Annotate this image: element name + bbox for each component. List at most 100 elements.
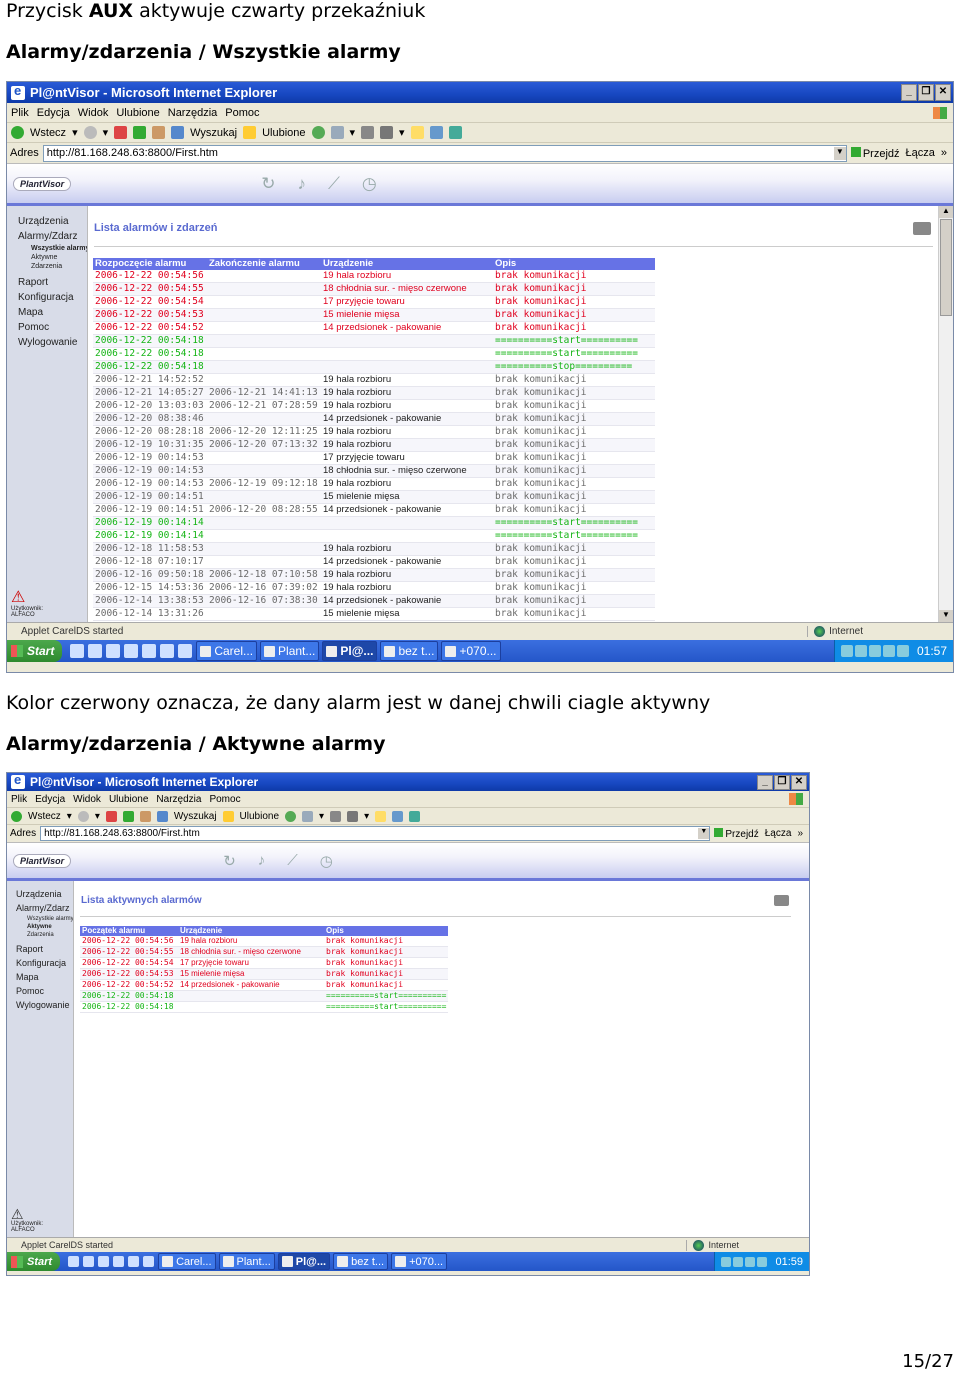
table-row[interactable]: 2006-12-20 13:03:03 2006-12-21 07:28:59 19… [93,399,655,413]
quicklaunch-word-icon[interactable] [143,1256,155,1267]
menu-file[interactable]: Plik [11,794,27,805]
tray-usb-icon[interactable] [882,645,895,657]
task-dialup[interactable]: +070... [391,1252,448,1271]
address-dropdown-icon[interactable]: ▼ [833,146,846,160]
history-icon[interactable] [285,810,297,822]
history-clock-icon[interactable]: ◷ [320,852,333,870]
quicklaunch-app-icon[interactable] [178,644,193,658]
menu-tools[interactable]: Narzędzia [168,107,218,119]
scroll-up-icon[interactable]: ▲ [939,206,953,218]
table-row[interactable]: 2006-12-22 00:54:55 18 chłodnia sur. - mi… [80,946,449,958]
col-start[interactable]: Początek alarmu [80,926,178,936]
sidebar-item-map[interactable]: Mapa [7,305,87,320]
tools-icon[interactable] [448,126,462,139]
favorites-button[interactable]: Ulubione [262,127,305,139]
table-row[interactable]: 2006-12-19 00:14:53 18 chłodnia sur. - mi… [93,464,655,478]
quicklaunch-folder-icon[interactable] [106,644,121,658]
task-notepad[interactable]: bez t... [380,641,439,661]
tray-network-icon[interactable] [840,645,853,657]
sidebar-item-devices[interactable]: Urządzenia [7,214,87,229]
table-row[interactable]: 2006-12-18 11:58:53 19 hala rozbioru brak … [93,542,655,556]
chevron-icon[interactable]: » [941,147,947,159]
tray-app-icon[interactable] [896,645,909,657]
search-button[interactable]: Wyszukaj [190,127,237,139]
sidebar-item-configuration[interactable]: Konfiguracja [7,290,87,305]
graph-icon[interactable]: ⟋ [287,852,298,870]
col-description[interactable]: Opis [324,926,449,936]
table-row[interactable]: 2006-12-15 14:53:36 2006-12-16 07:39:02 19… [93,581,655,595]
forward-arrow-icon[interactable] [83,126,97,139]
table-row[interactable]: 2006-12-19 00:14:53 2006-12-19 09:12:18 19… [93,477,655,491]
history-icon[interactable] [311,126,325,139]
minimize-button[interactable]: _ [757,774,773,790]
maximize-button[interactable]: ❐ [918,84,934,101]
home-icon[interactable] [152,126,166,139]
quicklaunch-media-icon[interactable] [113,1256,125,1267]
table-row[interactable]: 2006-12-22 00:54:52 14 przedsionek - pako… [80,979,449,991]
menu-help[interactable]: Pomoc [209,794,240,805]
alarm-bell-icon[interactable]: ♪ [258,852,266,870]
table-row[interactable]: 2006-12-22 00:54:53 15 mielenie mięsa brak… [80,968,449,980]
address-input[interactable]: http://81.168.248.63:8800/First.htm ▼ [42,144,847,162]
sidebar-item-alarms[interactable]: Alarmy/Zdarz [7,901,73,915]
messenger-icon[interactable] [429,126,443,139]
task-carel[interactable]: Carel... [158,1252,216,1271]
task-dialup[interactable]: +070... [441,641,501,661]
col-description[interactable]: Opis [493,258,655,270]
start-button[interactable]: Start [7,640,63,662]
sidebar-item-help[interactable]: Pomoc [7,984,73,998]
table-row[interactable]: 2006-12-21 14:05:27 2006-12-21 14:41:13 19… [93,386,655,400]
refresh-page-icon[interactable]: ↻ [261,174,275,194]
address-dropdown-icon[interactable]: ▼ [698,828,710,839]
address-input[interactable]: http://81.168.248.63:8800/First.htm ▼ [40,826,711,841]
table-row[interactable]: 2006-12-22 00:54:18 ==========start======… [93,347,655,361]
sidebar-item-logout[interactable]: Wylogowanie [7,998,73,1012]
sidebar-sub-active[interactable]: Aktywne [7,923,73,931]
sidebar-sub-events[interactable]: Zdarzenia [7,931,73,939]
refresh-page-icon[interactable]: ↻ [223,852,236,870]
table-row[interactable]: 2006-12-22 00:54:56 19 hala rozbioru brak … [80,936,449,947]
table-row[interactable]: 2006-12-22 00:54:18 ==========start======… [80,1001,449,1013]
edit-icon[interactable] [347,810,359,822]
col-end[interactable]: Zakończenie alarmu [207,258,321,270]
col-device[interactable]: Urządzenie [321,258,493,270]
table-row[interactable]: 2006-12-22 00:54:18 ==========start======… [93,334,655,348]
menu-favorites[interactable]: Ulubione [116,107,159,119]
home-icon[interactable] [139,810,151,822]
scroll-thumb[interactable] [940,219,952,316]
table-row[interactable]: 2006-12-22 00:54:53 15 mielenie mięsa brak… [93,308,655,322]
scroll-down-icon[interactable]: ▼ [939,610,953,622]
task-plant[interactable]: Plant... [260,641,320,661]
sidebar-sub-active[interactable]: Aktywne [7,253,87,262]
menu-file[interactable]: Plik [11,107,29,119]
go-button[interactable]: Przejdź [850,146,900,160]
task-plant[interactable]: Plant... [218,1252,275,1271]
minimize-button[interactable]: _ [901,84,917,101]
task-plantvisor[interactable]: Pl@... [322,641,378,661]
tools-icon[interactable] [409,810,421,822]
table-row[interactable]: 2006-12-19 00:14:14 ==========start======… [93,529,655,543]
quicklaunch-excel-icon[interactable] [128,1256,140,1267]
sidebar-sub-events[interactable]: Zdarzenia [7,262,87,271]
tray-network-icon[interactable] [721,1256,732,1267]
folder-icon[interactable] [410,126,424,139]
vertical-scrollbar[interactable]: ▲ ▼ [938,206,953,622]
quicklaunch-excel-icon[interactable] [142,644,157,658]
sidebar-item-report[interactable]: Raport [7,942,73,956]
table-row[interactable]: 2006-12-19 00:14:14 ==========start======… [93,516,655,530]
favorites-star-icon[interactable] [222,810,234,822]
mail-icon[interactable] [302,810,314,822]
sidebar-item-logout[interactable]: Wylogowanie [7,335,87,350]
table-row[interactable]: 2006-12-19 00:14:51 15 mielenie mięsa brak… [93,490,655,504]
go-button[interactable]: Przejdź [714,827,759,840]
refresh-icon[interactable] [122,810,134,822]
quicklaunch-desktop-icon[interactable] [83,1256,95,1267]
table-row[interactable]: 2006-12-22 00:54:18 ==========start======… [80,990,449,1002]
quicklaunch-media-icon[interactable] [124,644,139,658]
table-row[interactable]: 2006-12-18 07:10:17 14 przedsionek - pako… [93,555,655,569]
menu-edit[interactable]: Edycja [35,794,65,805]
table-row[interactable]: 2006-12-16 09:50:18 2006-12-18 07:10:58 19… [93,568,655,582]
back-button[interactable]: Wstecz [28,811,61,822]
task-plantvisor[interactable]: Pl@... [277,1252,331,1271]
history-clock-icon[interactable]: ◷ [362,174,377,194]
